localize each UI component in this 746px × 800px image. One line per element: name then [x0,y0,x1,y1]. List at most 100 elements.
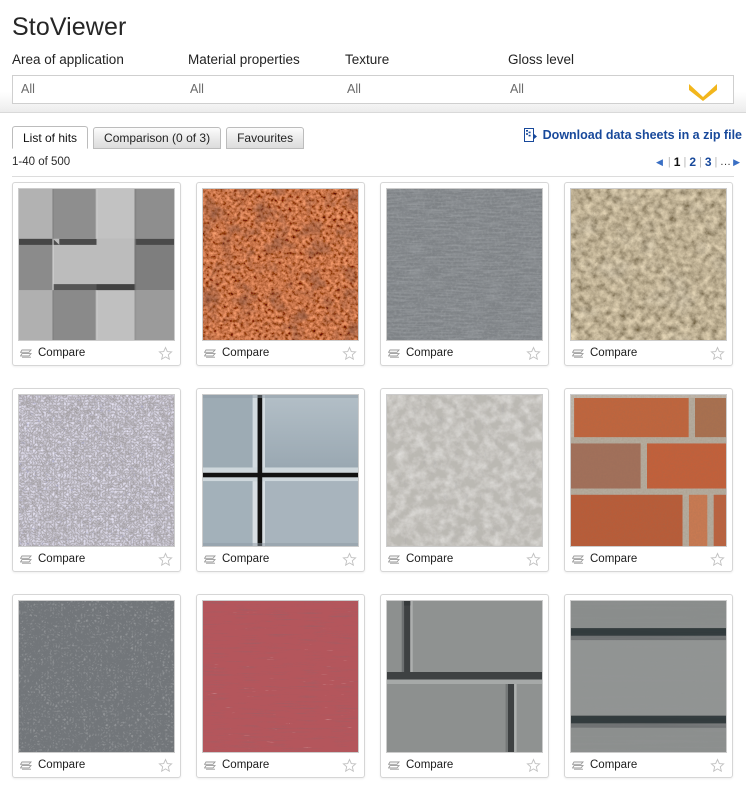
results-count: 1-40 of 500 [12,156,71,168]
pagination-ellipsis: ... [720,156,732,168]
texture-thumbnail-grey-horizontal-wood-grain-cladding[interactable] [570,600,727,753]
compare-icon [19,759,33,771]
card-footer: Compare [202,547,359,571]
texture-thumbnail-beige-exposed-aggregate-stone[interactable] [570,188,727,341]
divider [12,176,734,177]
card-footer: Compare [18,753,175,777]
result-card[interactable]: Compare [564,182,733,366]
result-card[interactable]: Compare [12,388,181,572]
triangle-right-icon[interactable]: ▶ [731,157,742,168]
filter-label-area-of-application: Area of application [12,52,124,67]
filter-value-material-properties[interactable]: All [190,82,204,96]
result-card[interactable]: Compare [564,388,733,572]
result-card[interactable]: Compare [196,594,365,778]
pagination-separator-3: | [714,156,718,168]
compare-button[interactable]: Compare [203,347,269,359]
result-card[interactable]: Compare [564,594,733,778]
tab-favourites[interactable]: Favourites [226,127,305,149]
filter-value-texture[interactable]: All [347,82,361,96]
card-footer: Compare [18,341,175,365]
compare-icon [203,759,217,771]
compare-button[interactable]: Compare [203,553,270,565]
star-outline-icon[interactable] [342,551,357,567]
star-outline-icon[interactable] [526,551,541,567]
compare-icon [203,553,217,565]
filter-labels: Area of application Material properties … [0,52,746,72]
compare-button[interactable]: Compare [387,553,454,565]
compare-button[interactable]: Compare [571,347,638,359]
compare-button[interactable]: Compare [571,759,638,771]
texture-thumbnail-grey-scratched-render[interactable] [386,188,543,341]
star-outline-icon[interactable] [158,345,173,361]
texture-thumbnail-dark-grey-stippled-render[interactable] [18,600,175,753]
compare-button[interactable]: Compare [387,347,454,359]
tab-list-of-hits[interactable]: List of hits [12,126,89,149]
compare-icon [387,553,401,565]
filter-value-area-of-application[interactable]: All [21,82,35,96]
results-grid: Compare Compare Compare Compare Compare … [12,182,742,800]
star-outline-icon[interactable] [158,551,173,567]
card-footer: Compare [570,547,727,571]
texture-thumbnail-grey-3d-offset-cube-panels[interactable] [18,188,175,341]
filter-bar: All All All All [12,75,734,104]
triangle-left-icon[interactable]: ◀ [654,157,665,168]
compare-label: Compare [590,759,638,771]
star-outline-icon[interactable] [710,757,725,773]
texture-thumbnail-blue-grey-panel-cross-joint[interactable] [202,394,359,547]
texture-thumbnail-light-grey-rough-plaster[interactable] [386,394,543,547]
tabs-row: List of hits Comparison (0 of 3) Favouri… [0,126,746,152]
result-card[interactable]: Compare [380,594,549,778]
page-title: StoViewer [12,13,127,41]
result-card[interactable]: Compare [380,388,549,572]
compare-button[interactable]: Compare [19,553,85,565]
download-zip-label: Download data sheets in a zip file [542,128,742,142]
pagination-separator-0: | [667,156,671,168]
compare-label: Compare [222,553,270,565]
texture-thumbnail-orange-brown-polished-granite[interactable] [202,188,359,341]
result-card[interactable]: Compare [196,388,365,572]
filter-value-gloss-level[interactable]: All [510,82,524,96]
card-footer: Compare [386,341,543,365]
stoviewer-app: StoViewer Area of application Material p… [0,0,746,794]
compare-icon [571,759,585,771]
pagination-page-1[interactable]: 1 [674,155,681,169]
card-footer: Compare [386,547,543,571]
texture-thumbnail-blue-grey-pebble-chippings[interactable] [18,394,175,547]
pagination-page-2[interactable]: 2 [689,155,696,169]
star-outline-icon[interactable] [526,757,541,773]
chevron-down-icon[interactable] [683,80,723,101]
compare-icon [19,553,33,565]
compare-label: Compare [590,553,638,565]
compare-label: Compare [38,347,86,359]
compare-button[interactable]: Compare [203,759,269,771]
compare-button[interactable]: Compare [19,759,85,771]
tab-comparison[interactable]: Comparison (0 of 3) [93,127,222,149]
star-outline-icon[interactable] [342,757,357,773]
texture-thumbnail-red-brown-brickwork[interactable] [570,394,727,547]
card-footer: Compare [570,753,727,777]
card-footer: Compare [386,753,543,777]
compare-button[interactable]: Compare [387,759,453,771]
star-outline-icon[interactable] [710,345,725,361]
texture-thumbnail-red-horizontal-scored-render[interactable] [202,600,359,753]
compare-button[interactable]: Compare [571,553,638,565]
download-zip-link[interactable]: Download data sheets in a zip file [523,128,742,142]
zip-file-icon [523,128,537,142]
tab-list: List of hits Comparison (0 of 3) Favouri… [12,126,305,149]
compare-label: Compare [406,553,454,565]
star-outline-icon[interactable] [158,757,173,773]
result-card[interactable]: Compare [380,182,549,366]
compare-button[interactable]: Compare [19,347,86,359]
star-outline-icon[interactable] [710,551,725,567]
result-card[interactable]: Compare [12,182,181,366]
result-card[interactable]: Compare [12,594,181,778]
compare-icon [387,347,401,359]
compare-label: Compare [590,347,638,359]
result-card[interactable]: Compare [196,182,365,366]
pagination: ◀ | 1 | 2 | 3 | ... ▶ [654,155,742,169]
texture-thumbnail-grey-3d-recessed-joint-panels[interactable] [386,600,543,753]
star-outline-icon[interactable] [526,345,541,361]
star-outline-icon[interactable] [342,345,357,361]
pagination-page-3[interactable]: 3 [705,155,712,169]
compare-label: Compare [406,347,454,359]
